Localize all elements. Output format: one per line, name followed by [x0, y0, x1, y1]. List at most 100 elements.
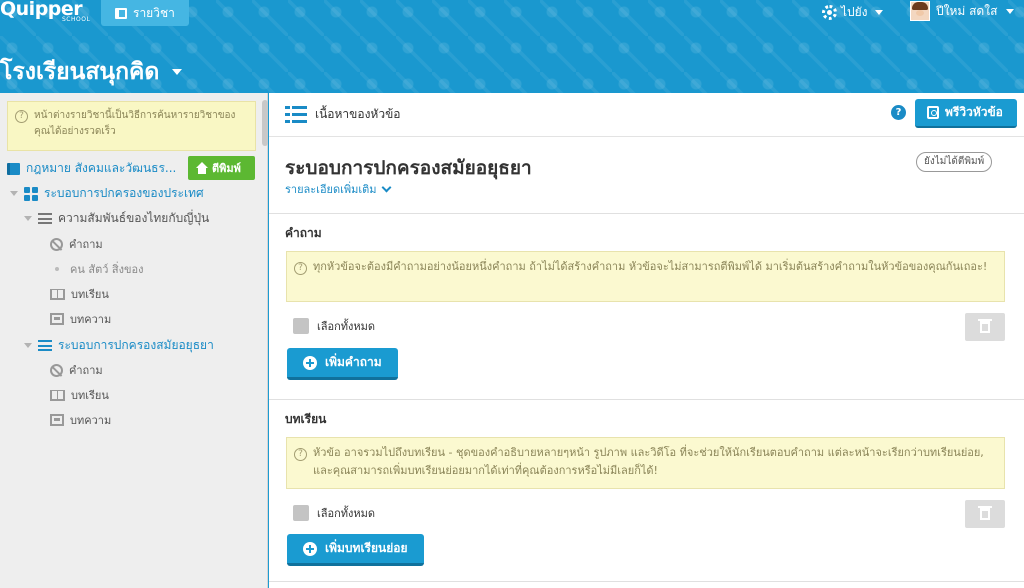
- sidebar-item-topic2-questions[interactable]: คำถาม: [50, 361, 103, 379]
- questions-section-title: คำถาม: [285, 226, 322, 240]
- open-book-icon: [50, 389, 65, 401]
- chapter-label: ระบอบการปกครองของประเทศ: [44, 186, 204, 200]
- questions-info-text: ทุกหัวข้อจะต้องมีคำถามอย่างน้อยหนึ่งคำถา…: [313, 260, 988, 273]
- sidebar-item-label: บทเรียน: [71, 389, 109, 402]
- main-toolbar: เนื้อหาของหัวข้อ ? พรีวิวหัวข้อ: [269, 93, 1024, 137]
- sidebar: ? หน้าต่างรายวิชานี้เป็นวิธีการค้นหารายว…: [0, 93, 268, 588]
- topic2-label: ระบอบการปกครองสมัยอยุธยา: [58, 338, 214, 352]
- open-book-icon: [50, 288, 65, 300]
- ban-icon: [50, 237, 63, 251]
- document-icon: [50, 313, 64, 325]
- add-sublesson-button[interactable]: เพิ่มบทเรียนย่อย: [287, 534, 424, 566]
- sidebar-item-label: บทความ: [70, 414, 112, 427]
- course-title: กฎหมาย สังคมและวัฒนธร...: [26, 161, 177, 175]
- add-question-label: เพิ่มคำถาม: [325, 355, 382, 369]
- select-all-label: เลือกทั้งหมด: [317, 507, 376, 520]
- questions-info: ? ทุกหัวข้อจะต้องมีคำถามอย่างน้อยหนึ่งคำ…: [286, 251, 1005, 302]
- lessons-section-title: บทเรียน: [285, 412, 327, 426]
- sidebar-item-topic1-lessons[interactable]: บทเรียน: [50, 285, 109, 303]
- more-details-link[interactable]: รายละเอียดเพิ่มเติม: [285, 180, 392, 198]
- toolbar-title: เนื้อหาของหัวข้อ: [285, 105, 401, 124]
- sidebar-item-topic2-articles[interactable]: บทความ: [50, 411, 111, 429]
- expand-icon[interactable]: [24, 343, 32, 348]
- status-badge: ยังไม่ได้ตีพิมพ์: [916, 152, 993, 172]
- select-all-checkbox[interactable]: [293, 318, 309, 334]
- add-question-button[interactable]: เพิ่มคำถาม: [287, 348, 398, 380]
- plus-icon: [303, 541, 317, 556]
- print-button[interactable]: ตีพิมพ์: [188, 156, 255, 180]
- document-icon: [50, 414, 64, 426]
- quipper-logo-sub: SCHOOL: [62, 16, 91, 23]
- add-sublesson-label: เพิ่มบทเรียนย่อย: [325, 541, 408, 555]
- bullet-icon: [55, 267, 59, 271]
- book-icon: [115, 7, 127, 19]
- chevron-down-icon: [381, 182, 392, 192]
- divider: [269, 399, 1024, 400]
- question-circle-icon: ?: [294, 262, 307, 275]
- preview-topic-button[interactable]: พรีวิวหัวข้อ: [915, 99, 1017, 128]
- question-circle-icon: ?: [15, 110, 28, 123]
- caret-down-icon: [1006, 8, 1015, 14]
- list-icon: [38, 340, 52, 351]
- sidebar-notice-text: หน้าต่างรายวิชานี้เป็นวิธีการค้นหารายวิช…: [34, 110, 236, 137]
- preview-label: พรีวิวหัวข้อ: [945, 105, 1003, 119]
- list-icon: [285, 106, 307, 123]
- preview-icon: [927, 106, 939, 119]
- caret-down-icon: [172, 69, 183, 75]
- ban-icon: [50, 363, 63, 377]
- sidebar-item-topic1-articles[interactable]: บทความ: [50, 310, 111, 328]
- school-name: โรงเรียนสนุกคิด: [0, 59, 160, 85]
- trash-icon: [978, 506, 992, 520]
- lessons-info-text: หัวข้อ อาจรวมไปถึงบทเรียน - ชุดของคำอธิบ…: [313, 446, 984, 477]
- caret-down-icon: [874, 10, 883, 15]
- help-icon[interactable]: ?: [891, 105, 906, 120]
- toolbar-label: เนื้อหาของหัวข้อ: [315, 107, 401, 121]
- lessons-info: ? หัวข้อ อาจรวมไปถึงบทเรียน - ชุดของคำอธ…: [286, 437, 1005, 489]
- goto-menu[interactable]: ไปยัง: [822, 3, 883, 22]
- subjects-label: รายวิชา: [133, 5, 175, 20]
- sidebar-item-topic1-questions[interactable]: คำถาม: [50, 235, 103, 253]
- sidebar-item-label: บทความ: [70, 313, 112, 326]
- avatar: [910, 1, 930, 21]
- plus-icon: [303, 355, 317, 370]
- trash-icon: [978, 319, 992, 333]
- print-label: ตีพิมพ์: [212, 162, 241, 175]
- sidebar-item-topic2-lessons[interactable]: บทเรียน: [50, 386, 109, 404]
- divider: [269, 581, 1024, 582]
- header-banner: Quipper SCHOOL รายวิชา ไปยัง ปีใหม่ สดใส…: [0, 0, 1024, 93]
- more-details-label: รายละเอียดเพิ่มเติม: [285, 183, 377, 196]
- page-title: ระบอบการปกครองสมัยอยุธยา: [285, 157, 532, 179]
- sidebar-course[interactable]: กฎหมาย สังคมและวัฒนธร...: [7, 159, 176, 178]
- sidebar-item-topic2[interactable]: ระบอบการปกครองสมัยอยุธยา: [24, 336, 214, 355]
- question-circle-icon: ?: [294, 448, 307, 461]
- topic1-label: ความสัมพันธ์ของไทยกับญี่ปุ่น: [58, 211, 210, 225]
- sidebar-notice: ? หน้าต่างรายวิชานี้เป็นวิธีการค้นหารายว…: [7, 101, 256, 151]
- gear-icon: [822, 5, 837, 20]
- sidebar-item-chapter[interactable]: ระบอบการปกครองของประเทศ: [10, 184, 204, 203]
- sidebar-item-label: คำถาม: [69, 364, 103, 377]
- main-panel: เนื้อหาของหัวข้อ ? พรีวิวหัวข้อ ระบอบการ…: [269, 93, 1024, 588]
- school-selector[interactable]: โรงเรียนสนุกคิด: [0, 54, 183, 90]
- delete-questions-button[interactable]: [965, 313, 1005, 341]
- questions-select-all[interactable]: เลือกทั้งหมด: [293, 317, 375, 335]
- lessons-select-all[interactable]: เลือกทั้งหมด: [293, 504, 375, 522]
- book-icon: [7, 162, 20, 175]
- sidebar-item-topic1-vocab[interactable]: คน สัตว์ สิ่งของ: [50, 260, 144, 278]
- select-all-label: เลือกทั้งหมด: [317, 320, 376, 333]
- sidebar-scrollbar[interactable]: [262, 100, 268, 146]
- delete-lessons-button[interactable]: [965, 500, 1005, 528]
- sidebar-item-label: คำถาม: [69, 238, 103, 251]
- goto-label: ไปยัง: [841, 5, 868, 19]
- home-icon: [196, 162, 208, 174]
- sidebar-item-topic1[interactable]: ความสัมพันธ์ของไทยกับญี่ปุ่น: [24, 209, 209, 228]
- list-icon: [38, 213, 52, 224]
- user-name: ปีใหม่ สดใส: [936, 3, 998, 18]
- expand-icon[interactable]: [10, 191, 18, 196]
- expand-icon[interactable]: [24, 216, 32, 221]
- sidebar-item-label: คน สัตว์ สิ่งของ: [70, 263, 144, 276]
- subjects-button[interactable]: รายวิชา: [101, 0, 189, 26]
- divider: [269, 213, 1024, 214]
- select-all-checkbox[interactable]: [293, 505, 309, 521]
- sidebar-item-label: บทเรียน: [71, 288, 109, 301]
- user-menu[interactable]: ปีใหม่ สดใส: [910, 1, 1015, 21]
